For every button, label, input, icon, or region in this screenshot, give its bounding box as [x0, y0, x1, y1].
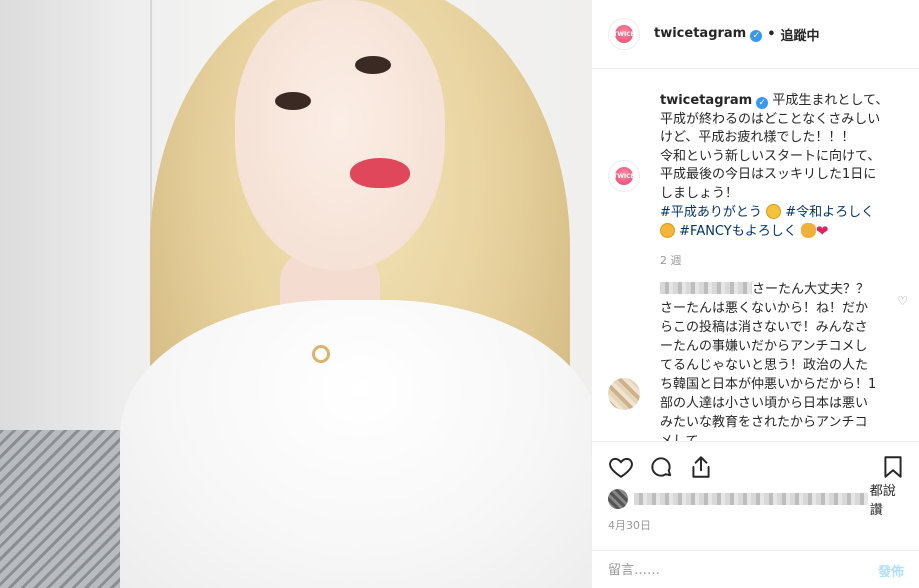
comment-icon[interactable] [648, 454, 674, 480]
verified-badge-icon: ✓ [756, 97, 769, 109]
smile-emoji-icon [766, 203, 782, 219]
comments-list[interactable]: TWICE twicetagram ✓ 平成生まれとして、 平成が終わるのはどこと… [592, 70, 919, 441]
necklace [312, 345, 330, 363]
small-heart-icon[interactable]: ♡ [897, 294, 908, 308]
post-date[interactable]: 4月30日 [608, 517, 651, 533]
caption-username[interactable]: twicetagram [660, 93, 752, 108]
separator-dot: • [767, 26, 776, 42]
post-actions: 都說讚 4月30日 發佈 [592, 441, 919, 588]
header-username[interactable]: twicetagram ✓ [654, 26, 763, 42]
hashtag-fancy[interactable]: #FANCYもよろしく [679, 224, 797, 239]
twice-logo: TWICE [613, 25, 635, 43]
waving-hand-emoji-icon [800, 223, 816, 239]
comment-text: さーたん大丈夫？？さーたんは悪くないから！ね！だからこの投稿は消さないで！みんな… [660, 280, 880, 441]
comment-first-line: さーたん大丈 [752, 282, 831, 297]
left-eye [275, 92, 311, 110]
lips [350, 158, 410, 188]
likes-suffix: 都說讚 [869, 484, 896, 518]
share-icon[interactable] [688, 454, 714, 480]
right-eye [355, 56, 391, 74]
white-lace-dress [120, 300, 591, 588]
comment-item: さーたん大丈夫？？さーたんは悪くないから！ね！だからこの投稿は消さないで！みんな… [608, 280, 908, 441]
comment-input[interactable] [608, 563, 878, 578]
blurred-likers [634, 493, 868, 505]
heart-icon[interactable] [608, 454, 634, 480]
blurred-username[interactable] [660, 282, 752, 294]
post-photo[interactable] [0, 0, 591, 588]
profile-avatar[interactable]: TWICE [608, 18, 640, 50]
post-button[interactable]: 發佈 [878, 561, 904, 580]
caption-time[interactable]: 2 週 [660, 252, 908, 268]
face [235, 0, 445, 270]
verified-badge-icon: ✓ [750, 30, 763, 42]
caption-avatar[interactable]: TWICE [608, 160, 640, 192]
hashtag-reiwa[interactable]: #令和よろしく [785, 205, 874, 220]
add-comment-bar: 發佈 [592, 550, 919, 588]
caption: TWICE twicetagram ✓ 平成生まれとして、 平成が終わるのはどこと… [608, 92, 908, 268]
caption-text: twicetagram ✓ 平成生まれとして、 平成が終わるのはどことなくさみしい… [660, 92, 908, 204]
following-button[interactable]: 追蹤中 [781, 25, 820, 44]
post-header: TWICE twicetagram ✓ • 追蹤中 [592, 0, 919, 69]
caption-body: 平成生まれとして、 平成が終わるのはどことなくさみしい けど、平成お疲れ様でした… [660, 93, 889, 201]
likes-summary[interactable]: 都說讚 [608, 484, 908, 518]
hashtag-heisei[interactable]: #平成ありがとう [660, 205, 762, 220]
bookmark-icon[interactable] [880, 454, 906, 480]
hashtags: #平成ありがとう #令和よろしく #FANCYもよろしく ❤ [660, 203, 908, 242]
action-icons [608, 454, 908, 482]
twice-logo: TWICE [613, 167, 635, 185]
liker-avatar [608, 489, 628, 509]
red-heart-emoji-icon: ❤ [815, 222, 829, 241]
comment-rest: 夫？？さーたんは悪くないから！ね！だからこの投稿は消さないで！みんなさーたんの事… [660, 282, 877, 441]
heart-eyes-emoji-icon [660, 223, 675, 239]
post-sidebar: TWICE twicetagram ✓ • 追蹤中 TWICE twicetagr… [591, 0, 919, 588]
commenter-avatar[interactable] [608, 378, 640, 410]
